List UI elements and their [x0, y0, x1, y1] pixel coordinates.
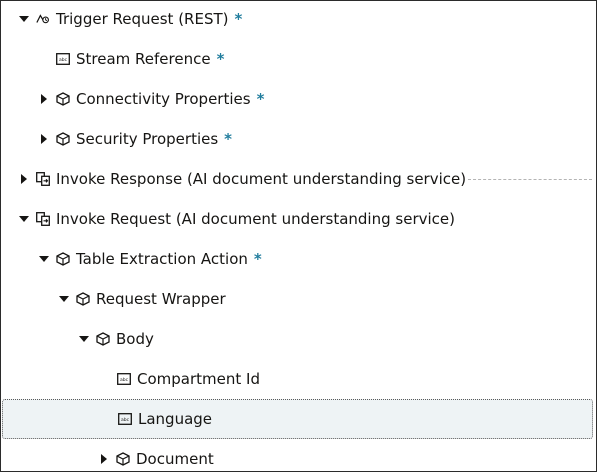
required-marker: * [253, 250, 262, 268]
string-field-icon: abc [56, 52, 70, 66]
expand-arrow-collapsed-icon[interactable] [38, 132, 50, 146]
invoke-icon [36, 212, 50, 226]
required-marker: * [234, 10, 243, 28]
mapping-connector-line [468, 178, 592, 180]
svg-text:abc: abc [120, 377, 129, 383]
trigger-rest-icon [36, 12, 50, 26]
expand-arrow-expanded-icon[interactable] [18, 12, 30, 26]
node-label: Request Wrapper [96, 290, 226, 308]
node-label: Body [116, 330, 154, 348]
object-cube-icon [116, 452, 130, 466]
tree-node-stream-reference[interactable]: abc Stream Reference * [1, 39, 596, 79]
object-cube-icon [56, 252, 70, 266]
tree-node-document[interactable]: Document [1, 439, 596, 471]
required-marker: * [224, 130, 233, 148]
node-label: Invoke Response (AI document understandi… [56, 170, 467, 188]
node-label: Connectivity Properties [76, 90, 251, 108]
expand-arrow-expanded-icon[interactable] [58, 292, 70, 306]
node-label: Document [136, 450, 214, 468]
node-label: Invoke Request (AI document understandin… [56, 210, 455, 228]
object-cube-icon [76, 292, 90, 306]
expand-arrow-collapsed-icon[interactable] [98, 452, 110, 466]
node-label: Stream Reference [76, 50, 211, 68]
node-label: Compartment Id [137, 370, 260, 388]
expand-arrow-collapsed-icon[interactable] [18, 172, 30, 186]
object-cube-icon [96, 332, 110, 346]
tree-node-invoke-request[interactable]: Invoke Request (AI document understandin… [1, 199, 596, 239]
object-cube-icon [56, 132, 70, 146]
expand-arrow-collapsed-icon[interactable] [38, 92, 50, 106]
node-label: Table Extraction Action [76, 250, 248, 268]
tree-node-invoke-response[interactable]: Invoke Response (AI document understandi… [1, 159, 596, 199]
node-label: Security Properties [76, 130, 219, 148]
tree-node-table-extraction-action[interactable]: Table Extraction Action * [1, 239, 596, 279]
tree-node-request-wrapper[interactable]: Request Wrapper [1, 279, 596, 319]
string-field-icon: abc [117, 372, 131, 386]
node-label: Language [138, 410, 213, 428]
node-label: Trigger Request (REST) [56, 10, 229, 28]
object-cube-icon [56, 92, 70, 106]
expand-arrow-expanded-icon[interactable] [38, 252, 50, 266]
tree-node-security-properties[interactable]: Security Properties * [1, 119, 596, 159]
string-field-icon: abc [118, 412, 132, 426]
tree-node-body[interactable]: Body [1, 319, 596, 359]
tree-node-compartment-id[interactable]: abc Compartment Id [1, 359, 596, 399]
tree-node-language[interactable]: abc Language [2, 399, 593, 439]
invoke-icon [36, 172, 50, 186]
required-marker: * [256, 90, 265, 108]
required-marker: * [216, 50, 225, 68]
tree-node-connectivity-properties[interactable]: Connectivity Properties * [1, 79, 596, 119]
svg-text:abc: abc [59, 57, 68, 63]
expand-arrow-expanded-icon[interactable] [78, 332, 90, 346]
tree-node-trigger-request[interactable]: Trigger Request (REST) * [1, 1, 596, 39]
svg-text:abc: abc [121, 417, 130, 423]
expand-arrow-expanded-icon[interactable] [18, 212, 30, 226]
mapper-tree-panel: Trigger Request (REST) * abc Stream Refe… [0, 0, 597, 472]
